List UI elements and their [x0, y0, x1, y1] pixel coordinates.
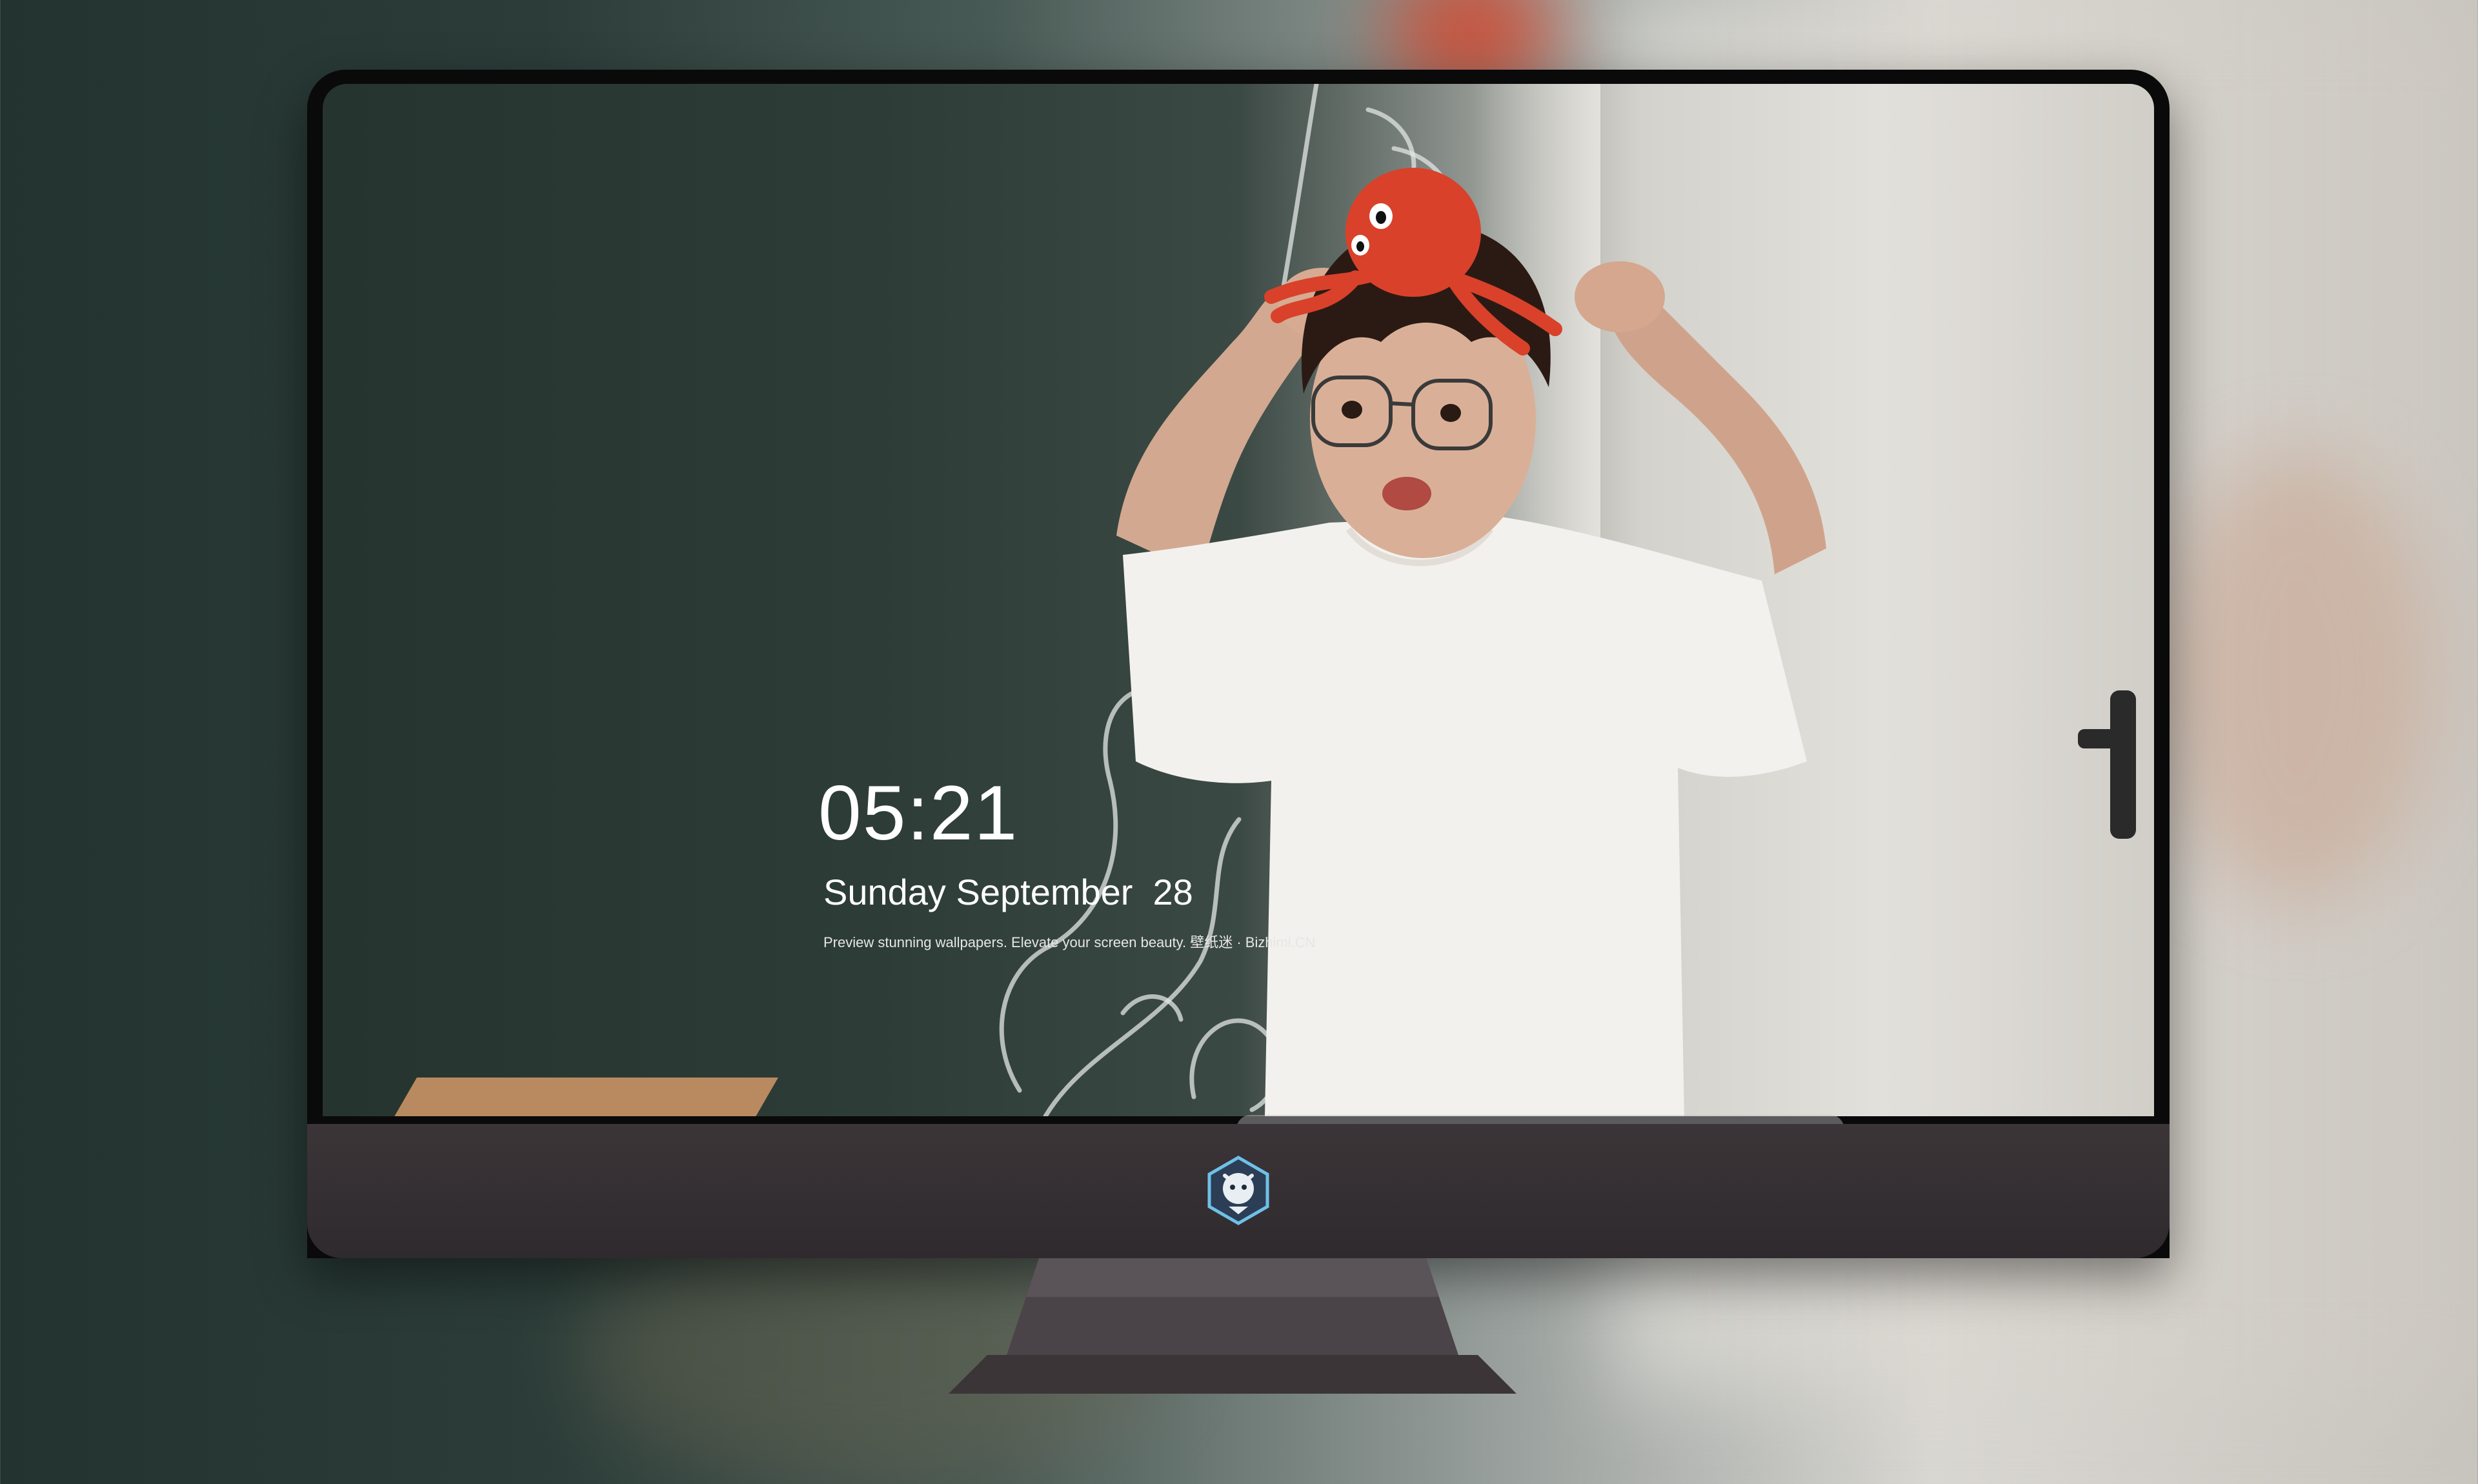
desktop-screen: 05:21 Sunday September 28 Preview stunni… [323, 84, 2154, 1116]
mascot-logo-icon [1207, 1156, 1269, 1225]
monitor-frame: 05:21 Sunday September 28 Preview stunni… [307, 70, 2170, 1258]
backdrop-arm-blur [2162, 452, 2433, 903]
lockscreen-clock: 05:21 [818, 770, 1019, 856]
person-photo [1116, 168, 2136, 1116]
lockscreen-date: Sunday September 28 [823, 872, 1193, 912]
monitor-stand [949, 1258, 1516, 1394]
lockscreen-caption: Preview stunning wallpapers. Elevate you… [823, 934, 1316, 950]
monitor-chin [307, 1124, 2170, 1258]
